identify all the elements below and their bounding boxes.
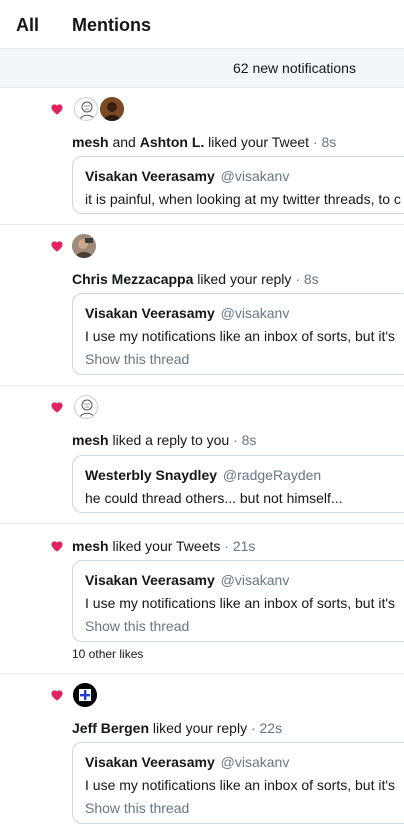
timestamp: · 22s: [250, 720, 283, 736]
avatar-ashton[interactable]: [100, 97, 124, 121]
notification-item[interactable]: Chris Mezzacappa liked your reply · 8s V…: [0, 225, 404, 386]
tweet-author-name[interactable]: Visakan Veerasamy: [85, 754, 215, 770]
notification-text: mesh liked a reply to you · 8s: [72, 432, 257, 448]
avatar-mesh[interactable]: [74, 97, 98, 121]
tweet-text: he could thread others... but not himsel…: [85, 490, 343, 506]
tweet-header: Visakan Veerasamy @visakanv: [85, 305, 289, 321]
show-thread-link[interactable]: Show this thread: [85, 800, 189, 816]
heart-icon: [51, 402, 63, 413]
show-thread-link[interactable]: Show this thread: [85, 618, 189, 634]
tweet-card[interactable]: Visakan Veerasamy @visakanv I use my not…: [72, 560, 404, 642]
avatar-mesh[interactable]: [74, 395, 98, 419]
tab-mentions[interactable]: Mentions: [72, 15, 151, 36]
heart-icon: [51, 690, 63, 701]
tweet-header: Westerbly Snaydley @radgeRayden: [85, 467, 321, 483]
timestamp: · 21s: [224, 538, 256, 554]
tweet-author-name[interactable]: Visakan Veerasamy: [85, 572, 215, 588]
notification-item[interactable]: mesh liked your Tweets · 21s Visakan Vee…: [0, 524, 404, 674]
tweet-header: Visakan Veerasamy @visakanv: [85, 168, 289, 184]
timestamp: · 8s: [295, 271, 319, 287]
notification-text: mesh liked your Tweets · 21s: [72, 538, 256, 554]
tweet-text: I use my notifications like an inbox of …: [85, 328, 396, 344]
actor-name[interactable]: mesh: [72, 134, 109, 150]
tweet-header: Visakan Veerasamy @visakanv: [85, 572, 289, 588]
tweet-card[interactable]: Visakan Veerasamy @visakanv it is painfu…: [72, 156, 404, 214]
new-notifications-label: 62 new notifications: [233, 60, 356, 76]
actor-name[interactable]: mesh: [72, 432, 109, 448]
show-thread-link[interactable]: Show this thread: [85, 351, 189, 367]
other-likes-link[interactable]: 10 other likes: [72, 647, 143, 661]
avatar-chris[interactable]: [72, 234, 96, 258]
tweet-card[interactable]: Westerbly Snaydley @radgeRayden he could…: [72, 455, 404, 513]
tweet-card[interactable]: Visakan Veerasamy @visakanv I use my not…: [72, 293, 404, 375]
tweet-text: it is painful, when looking at my twitte…: [85, 191, 401, 207]
notification-item[interactable]: Jeff Bergen liked your reply · 22s Visak…: [0, 674, 404, 830]
actor-name[interactable]: Ashton L.: [140, 134, 205, 150]
tweet-author-handle[interactable]: @radgeRayden: [223, 467, 321, 483]
new-notifications-bar[interactable]: 62 new notifications: [0, 48, 404, 88]
tweet-author-name[interactable]: Visakan Veerasamy: [85, 305, 215, 321]
heart-icon: [51, 104, 63, 115]
tweet-header: Visakan Veerasamy @visakanv: [85, 754, 289, 770]
heart-icon: [51, 541, 63, 552]
heart-icon: [51, 241, 63, 252]
tweet-author-name[interactable]: Visakan Veerasamy: [85, 168, 215, 184]
notification-text: Jeff Bergen liked your reply · 22s: [72, 720, 283, 736]
actor-name[interactable]: Jeff Bergen: [72, 720, 149, 736]
notification-item[interactable]: mesh and Ashton L. liked your Tweet · 8s…: [0, 88, 404, 225]
actor-name[interactable]: mesh: [72, 538, 109, 554]
notification-text: Chris Mezzacappa liked your reply · 8s: [72, 271, 319, 287]
tweet-card[interactable]: Visakan Veerasamy @visakanv I use my not…: [72, 742, 404, 824]
tweet-author-handle[interactable]: @visakanv: [221, 572, 290, 588]
tweet-text: I use my notifications like an inbox of …: [85, 595, 396, 611]
tweet-author-handle[interactable]: @visakanv: [221, 754, 290, 770]
notification-text: mesh and Ashton L. liked your Tweet · 8s: [72, 134, 337, 150]
tab-all[interactable]: All: [16, 15, 39, 36]
tweet-author-name[interactable]: Westerbly Snaydley: [85, 467, 217, 483]
timestamp: · 8s: [312, 134, 337, 150]
notification-item[interactable]: mesh liked a reply to you · 8s Westerbly…: [0, 386, 404, 524]
avatar-jeff[interactable]: [73, 683, 97, 707]
tweet-text: I use my notifications like an inbox of …: [85, 777, 396, 793]
actor-name[interactable]: Chris Mezzacappa: [72, 271, 193, 287]
tweet-author-handle[interactable]: @visakanv: [221, 168, 290, 184]
timestamp: · 8s: [233, 432, 257, 448]
tweet-author-handle[interactable]: @visakanv: [221, 305, 290, 321]
